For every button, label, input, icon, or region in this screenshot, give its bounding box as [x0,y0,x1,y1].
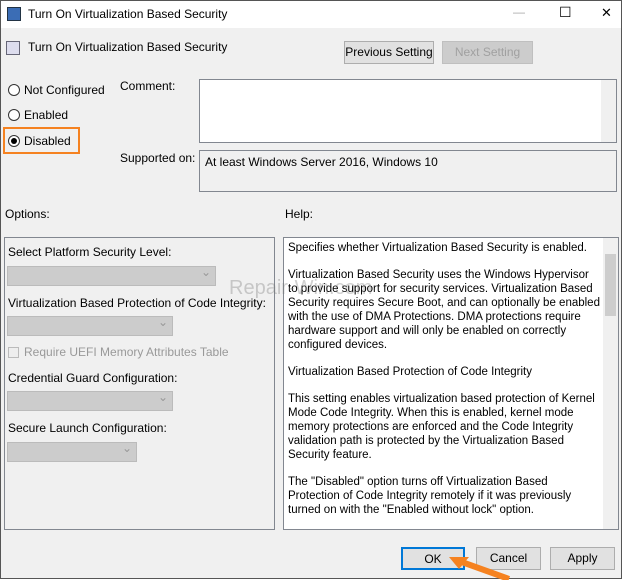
app-icon [7,7,21,21]
minimize-button[interactable]: — [513,5,525,19]
next-setting-button[interactable]: Next Setting [442,41,533,64]
help-scrollbar[interactable] [603,238,618,529]
help-label: Help: [285,207,314,221]
apply-button[interactable]: Apply [550,547,615,570]
supported-value: At least Windows Server 2016, Windows 10 [205,155,438,169]
secure-launch-select[interactable] [7,441,137,462]
help-paragraph: The "Disabled" option turns off Virtuali… [288,476,572,516]
title-bar: Turn On Virtualization Based Security — … [1,1,621,28]
credential-label: Credential Guard Configuration: [8,371,178,385]
comment-label: Comment: [120,79,176,93]
secure-launch-label: Secure Launch Configuration: [8,421,167,435]
comment-scrollbar[interactable] [601,80,616,142]
help-paragraph: Specifies whether Virtualization Based S… [288,242,587,254]
comment-input[interactable] [199,79,617,143]
radio-label: Enabled [24,108,69,122]
radio-label: Not Configured [24,83,105,97]
watermark: Repair-Win.com [229,277,373,299]
platform-select[interactable] [7,265,216,286]
supported-field: At least Windows Server 2016, Windows 10 [199,150,617,192]
options-label: Options: [5,207,50,221]
platform-label: Select Platform Security Level: [8,245,172,259]
close-button[interactable]: ✕ [601,5,612,21]
uefi-label: Require UEFI Memory Attributes Table [24,345,229,359]
policy-icon [6,41,20,55]
arrow-annotation [449,557,511,580]
radio-disabled[interactable]: Disabled [8,134,71,148]
radio-label: Disabled [24,134,71,148]
checkbox-box [8,346,19,358]
policy-title: Turn On Virtualization Based Security [28,40,228,54]
radio-circle [8,84,20,96]
supported-scrollbar[interactable] [601,151,616,191]
radio-enabled[interactable]: Enabled [8,108,68,122]
code-integrity-label: Virtualization Based Protection of Code … [8,296,266,310]
help-paragraph: Virtualization Based Protection of Code … [288,366,532,378]
radio-circle [8,109,20,121]
supported-label: Supported on: [120,151,196,165]
maximize-button[interactable]: ☐ [559,4,572,21]
window-title: Turn On Virtualization Based Security [28,7,228,21]
radio-not-configured[interactable]: Not Configured [8,83,105,97]
policy-dialog: Turn On Virtualization Based Security — … [0,0,622,580]
code-integrity-select[interactable] [7,315,173,336]
uefi-checkbox[interactable]: Require UEFI Memory Attributes Table [8,345,229,359]
scroll-thumb[interactable] [605,254,616,316]
previous-setting-button[interactable]: Previous Setting [344,41,434,64]
help-paragraph: This setting enables virtualization base… [288,393,595,461]
credential-select[interactable] [7,390,173,411]
radio-circle [8,135,20,147]
